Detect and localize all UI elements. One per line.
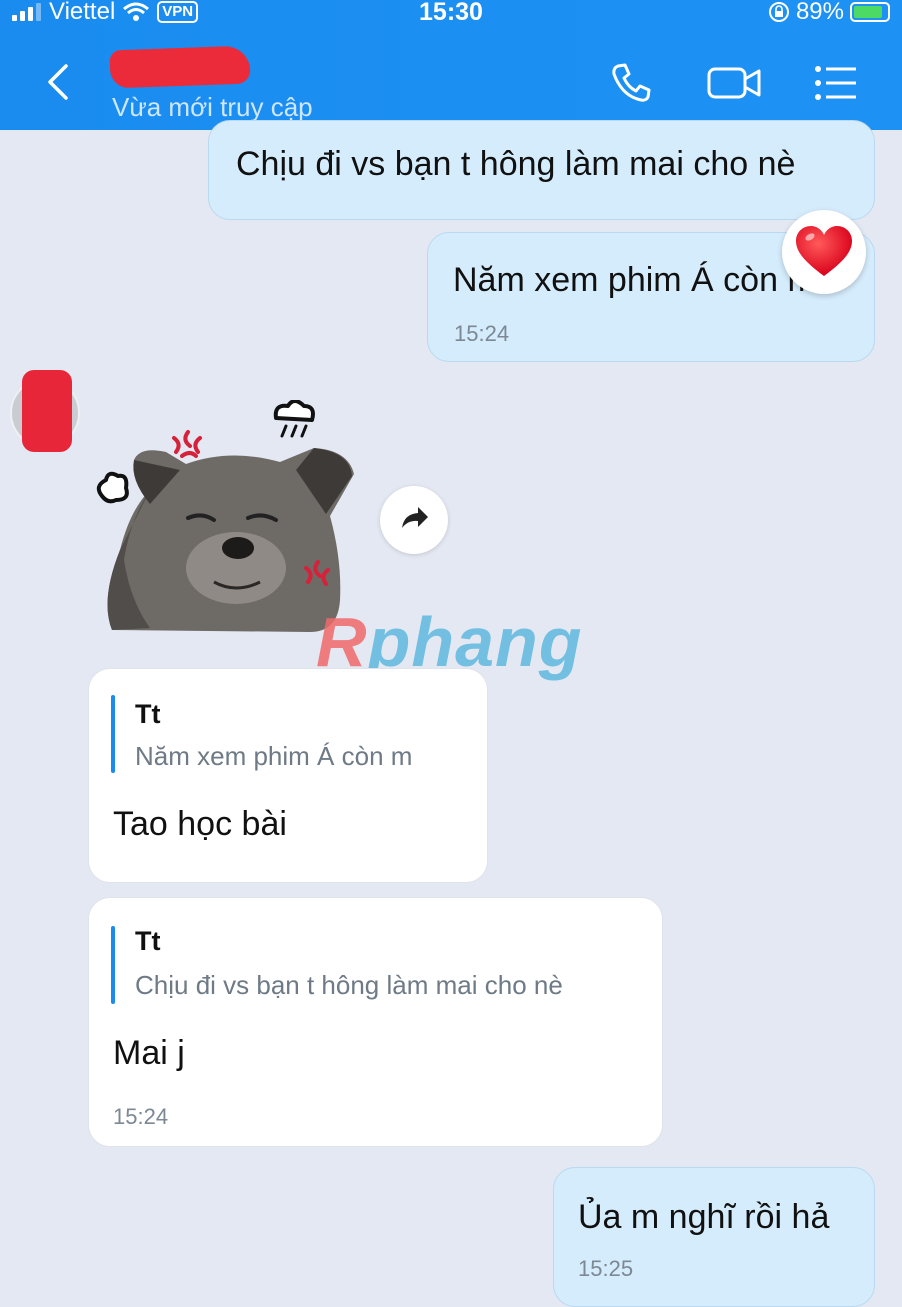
message-bubble-incoming[interactable]: Tt Năm xem phim Á còn m Tao học bài [88,668,488,883]
clock: 15:30 [419,0,483,26]
status-bar: Viettel VPN 15:30 89% [0,0,902,28]
back-icon[interactable] [42,62,72,102]
message-bubble-outgoing[interactable]: Ủa m nghĩ rồi hả 15:25 [553,1167,875,1307]
contact-name[interactable]: Vy [109,45,251,89]
rotation-lock-icon [768,2,789,22]
quote-bar [111,695,115,773]
reaction-badge[interactable] [782,210,866,294]
message-text: Tao học bài [113,805,287,843]
quote-author: Tt [135,926,161,956]
avatar-redaction [22,370,72,452]
menu-icon[interactable] [812,60,858,106]
message-text: Ủa m nghĩ rồi hả [578,1198,830,1236]
quote-text: Năm xem phim Á còn m [135,741,413,771]
heart-icon [796,226,852,276]
message-bubble-outgoing[interactable]: Chịu đi vs bạn t hông làm mai cho nè [208,120,875,220]
message-bubble-incoming[interactable]: Tt Chịu đi vs bạn t hông làm mai cho nè … [88,897,663,1147]
battery-percent: 89% [795,0,844,25]
contact-status: Vừa mới truy cập [112,92,313,122]
video-call-icon[interactable] [706,60,762,106]
message-text: Mai j [113,1034,185,1072]
quote-bar [111,926,115,1004]
phone-icon[interactable] [608,60,654,106]
message-list[interactable]: Chịu đi vs bạn t hông làm mai cho nè Năm… [0,120,902,1307]
message-time: 15:25 [578,1256,634,1281]
message-text: Chịu đi vs bạn t hông làm mai cho nè [236,145,796,183]
message-text: Năm xem phim Á còn m [453,261,816,299]
share-button[interactable] [380,486,448,554]
quote-author: Tt [135,699,161,729]
chat-header: Viettel VPN 15:30 89% Vy Vừa mớ [0,0,902,130]
battery-icon [850,2,890,22]
name-redaction [109,45,251,89]
message-time: 15:24 [454,321,510,346]
anger-mark-icon [172,430,202,458]
quote-text: Chịu đi vs bạn t hông làm mai cho nè [135,970,563,1000]
message-time: 15:24 [113,1104,169,1129]
forward-icon [402,507,428,528]
